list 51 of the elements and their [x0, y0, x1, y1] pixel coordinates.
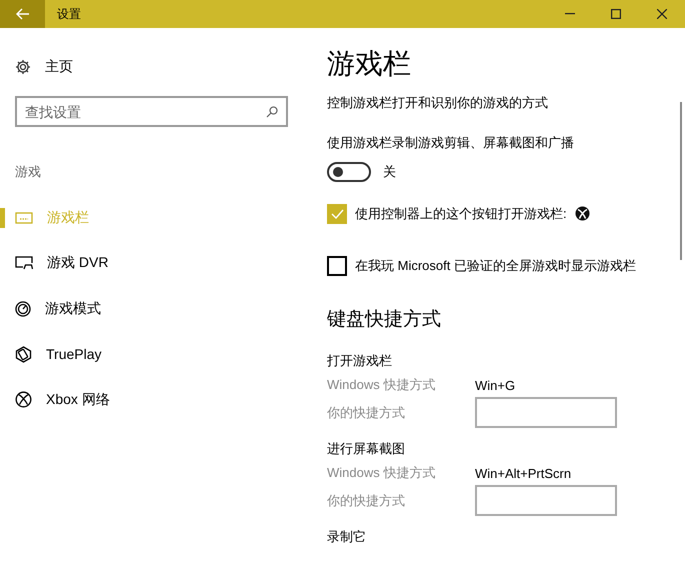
home-label: 主页	[45, 58, 73, 76]
nav-item[interactable]: TruePlay	[0, 332, 312, 377]
nav-label: 游戏 DVR	[47, 254, 108, 272]
scrollbar[interactable]	[680, 102, 682, 260]
toggle-switch[interactable]	[327, 162, 371, 182]
nav-label: 游戏栏	[47, 208, 89, 227]
keyboard-icon	[15, 210, 33, 225]
nav-item[interactable]: 游戏模式	[0, 286, 312, 332]
checkbox[interactable]	[327, 204, 347, 224]
search-field[interactable]: 查找设置	[15, 96, 288, 127]
shortcut-label: Windows 快捷方式	[327, 464, 436, 482]
shortcut-group-title: 录制它	[327, 528, 367, 546]
gauge-icon	[15, 300, 31, 317]
nav-item[interactable]: 游戏 DVR	[0, 240, 312, 286]
section-label: 游戏	[15, 163, 42, 181]
shortcut-value: Win+G	[475, 378, 516, 392]
back-button[interactable]	[0, 0, 45, 28]
checkbox-label: 使用控制器上的这个按钮打开游戏栏:	[355, 205, 567, 223]
page-title: 游戏栏	[327, 47, 412, 81]
toggle-label: 使用游戏栏录制游戏剪辑、屏幕截图和广播	[327, 134, 575, 152]
nav-item[interactable]: Xbox 网络	[0, 377, 312, 422]
minimize-icon	[565, 13, 575, 15]
page-description: 控制游戏栏打开和识别你的游戏的方式	[327, 94, 549, 112]
xbox-icon	[574, 206, 590, 221]
shortcut-group-title: 进行屏幕截图	[327, 440, 406, 458]
toggle-state: 关	[383, 163, 396, 181]
nav-label: Xbox 网络	[46, 390, 110, 409]
section-heading: 键盘快捷方式	[327, 308, 442, 332]
back-arrow-icon	[16, 8, 30, 20]
shortcut-label: 你的快捷方式	[327, 404, 406, 422]
home-nav-item[interactable]: 主页	[0, 56, 312, 78]
shortcut-input[interactable]	[475, 485, 617, 516]
xbox-icon	[15, 391, 32, 408]
shortcut-input[interactable]	[475, 397, 617, 428]
selection-indicator	[0, 208, 5, 228]
check-icon	[330, 209, 344, 219]
maximize-icon	[611, 9, 621, 19]
checkbox-label: 在我玩 Microsoft 已验证的全屏游戏时显示游戏栏	[355, 257, 636, 275]
shortcut-group-title: 打开游戏栏	[327, 352, 393, 370]
shortcut-label: 你的快捷方式	[327, 492, 406, 510]
nav-label: TruePlay	[46, 346, 102, 362]
nav-label: 游戏模式	[45, 300, 101, 318]
search-icon	[266, 106, 278, 118]
settings-icon	[15, 59, 31, 75]
checkbox[interactable]	[327, 256, 347, 276]
close-icon	[657, 9, 667, 19]
monitor-gamepad-icon	[15, 255, 33, 272]
shortcut-label: Windows 快捷方式	[327, 376, 436, 394]
window-title: 设置	[57, 6, 82, 22]
shortcut-value: Win+Alt+PrtScrn	[475, 466, 572, 480]
shield-phone-icon	[15, 346, 32, 363]
